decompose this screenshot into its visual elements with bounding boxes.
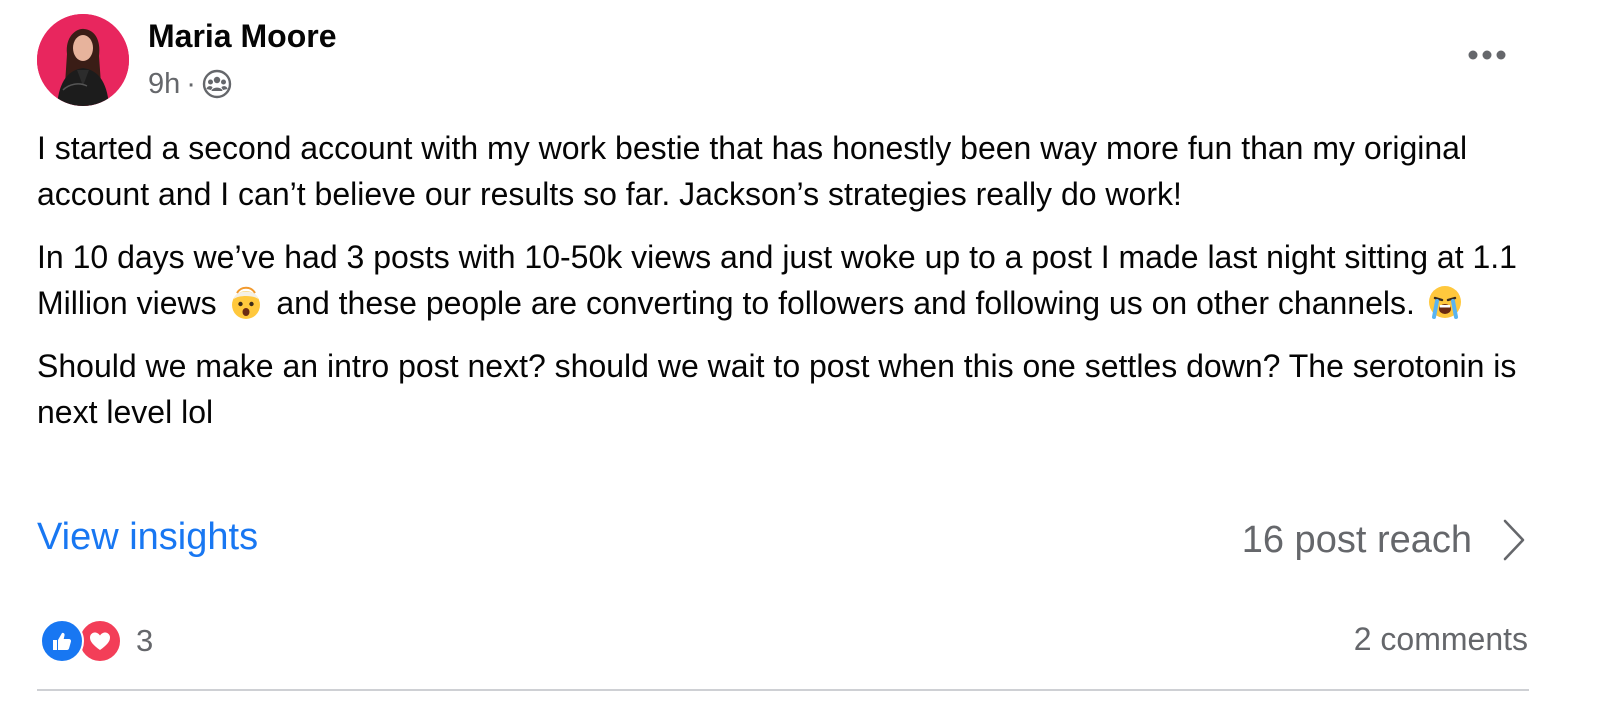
post-reach-label: 16 post reach (1241, 518, 1472, 561)
post-meta: 9h · (148, 66, 232, 102)
ellipsis-icon[interactable] (1466, 40, 1510, 70)
author-avatar[interactable] (37, 14, 129, 106)
exploding-head-emoji (227, 283, 265, 321)
post-paragraph-3: Should we make an intro post next? shoul… (37, 348, 1517, 430)
meta-separator: · (186, 67, 196, 100)
avatar-photo (37, 14, 129, 106)
post-timestamp[interactable]: 9h (148, 68, 180, 101)
post-paragraph-2: In 10 days we’ve had 3 posts with 10-50k… (37, 234, 1567, 326)
post-card: Maria Moore 9h · I started a second acco… (0, 0, 1600, 710)
post-reach-button[interactable]: 16 post reach (1242, 516, 1530, 564)
chevron-right-icon (1498, 516, 1530, 564)
paragraph-2-text-b: and these people are converting to follo… (267, 285, 1424, 321)
reactions-summary[interactable]: 3 (40, 619, 153, 663)
love-icon (78, 619, 122, 663)
view-insights-link[interactable]: View insights (37, 516, 258, 559)
author-name[interactable]: Maria Moore (148, 18, 336, 55)
post-paragraph-1: I started a second account with my work … (37, 130, 1468, 212)
comments-count-link[interactable]: 2 comments (1354, 621, 1528, 658)
group-icon[interactable] (202, 69, 232, 99)
loudly-crying-face-emoji (1426, 283, 1464, 321)
reaction-count: 3 (136, 623, 154, 658)
post-body: I started a second account with my work … (37, 125, 1567, 452)
divider (37, 689, 1529, 691)
like-icon (40, 619, 84, 663)
